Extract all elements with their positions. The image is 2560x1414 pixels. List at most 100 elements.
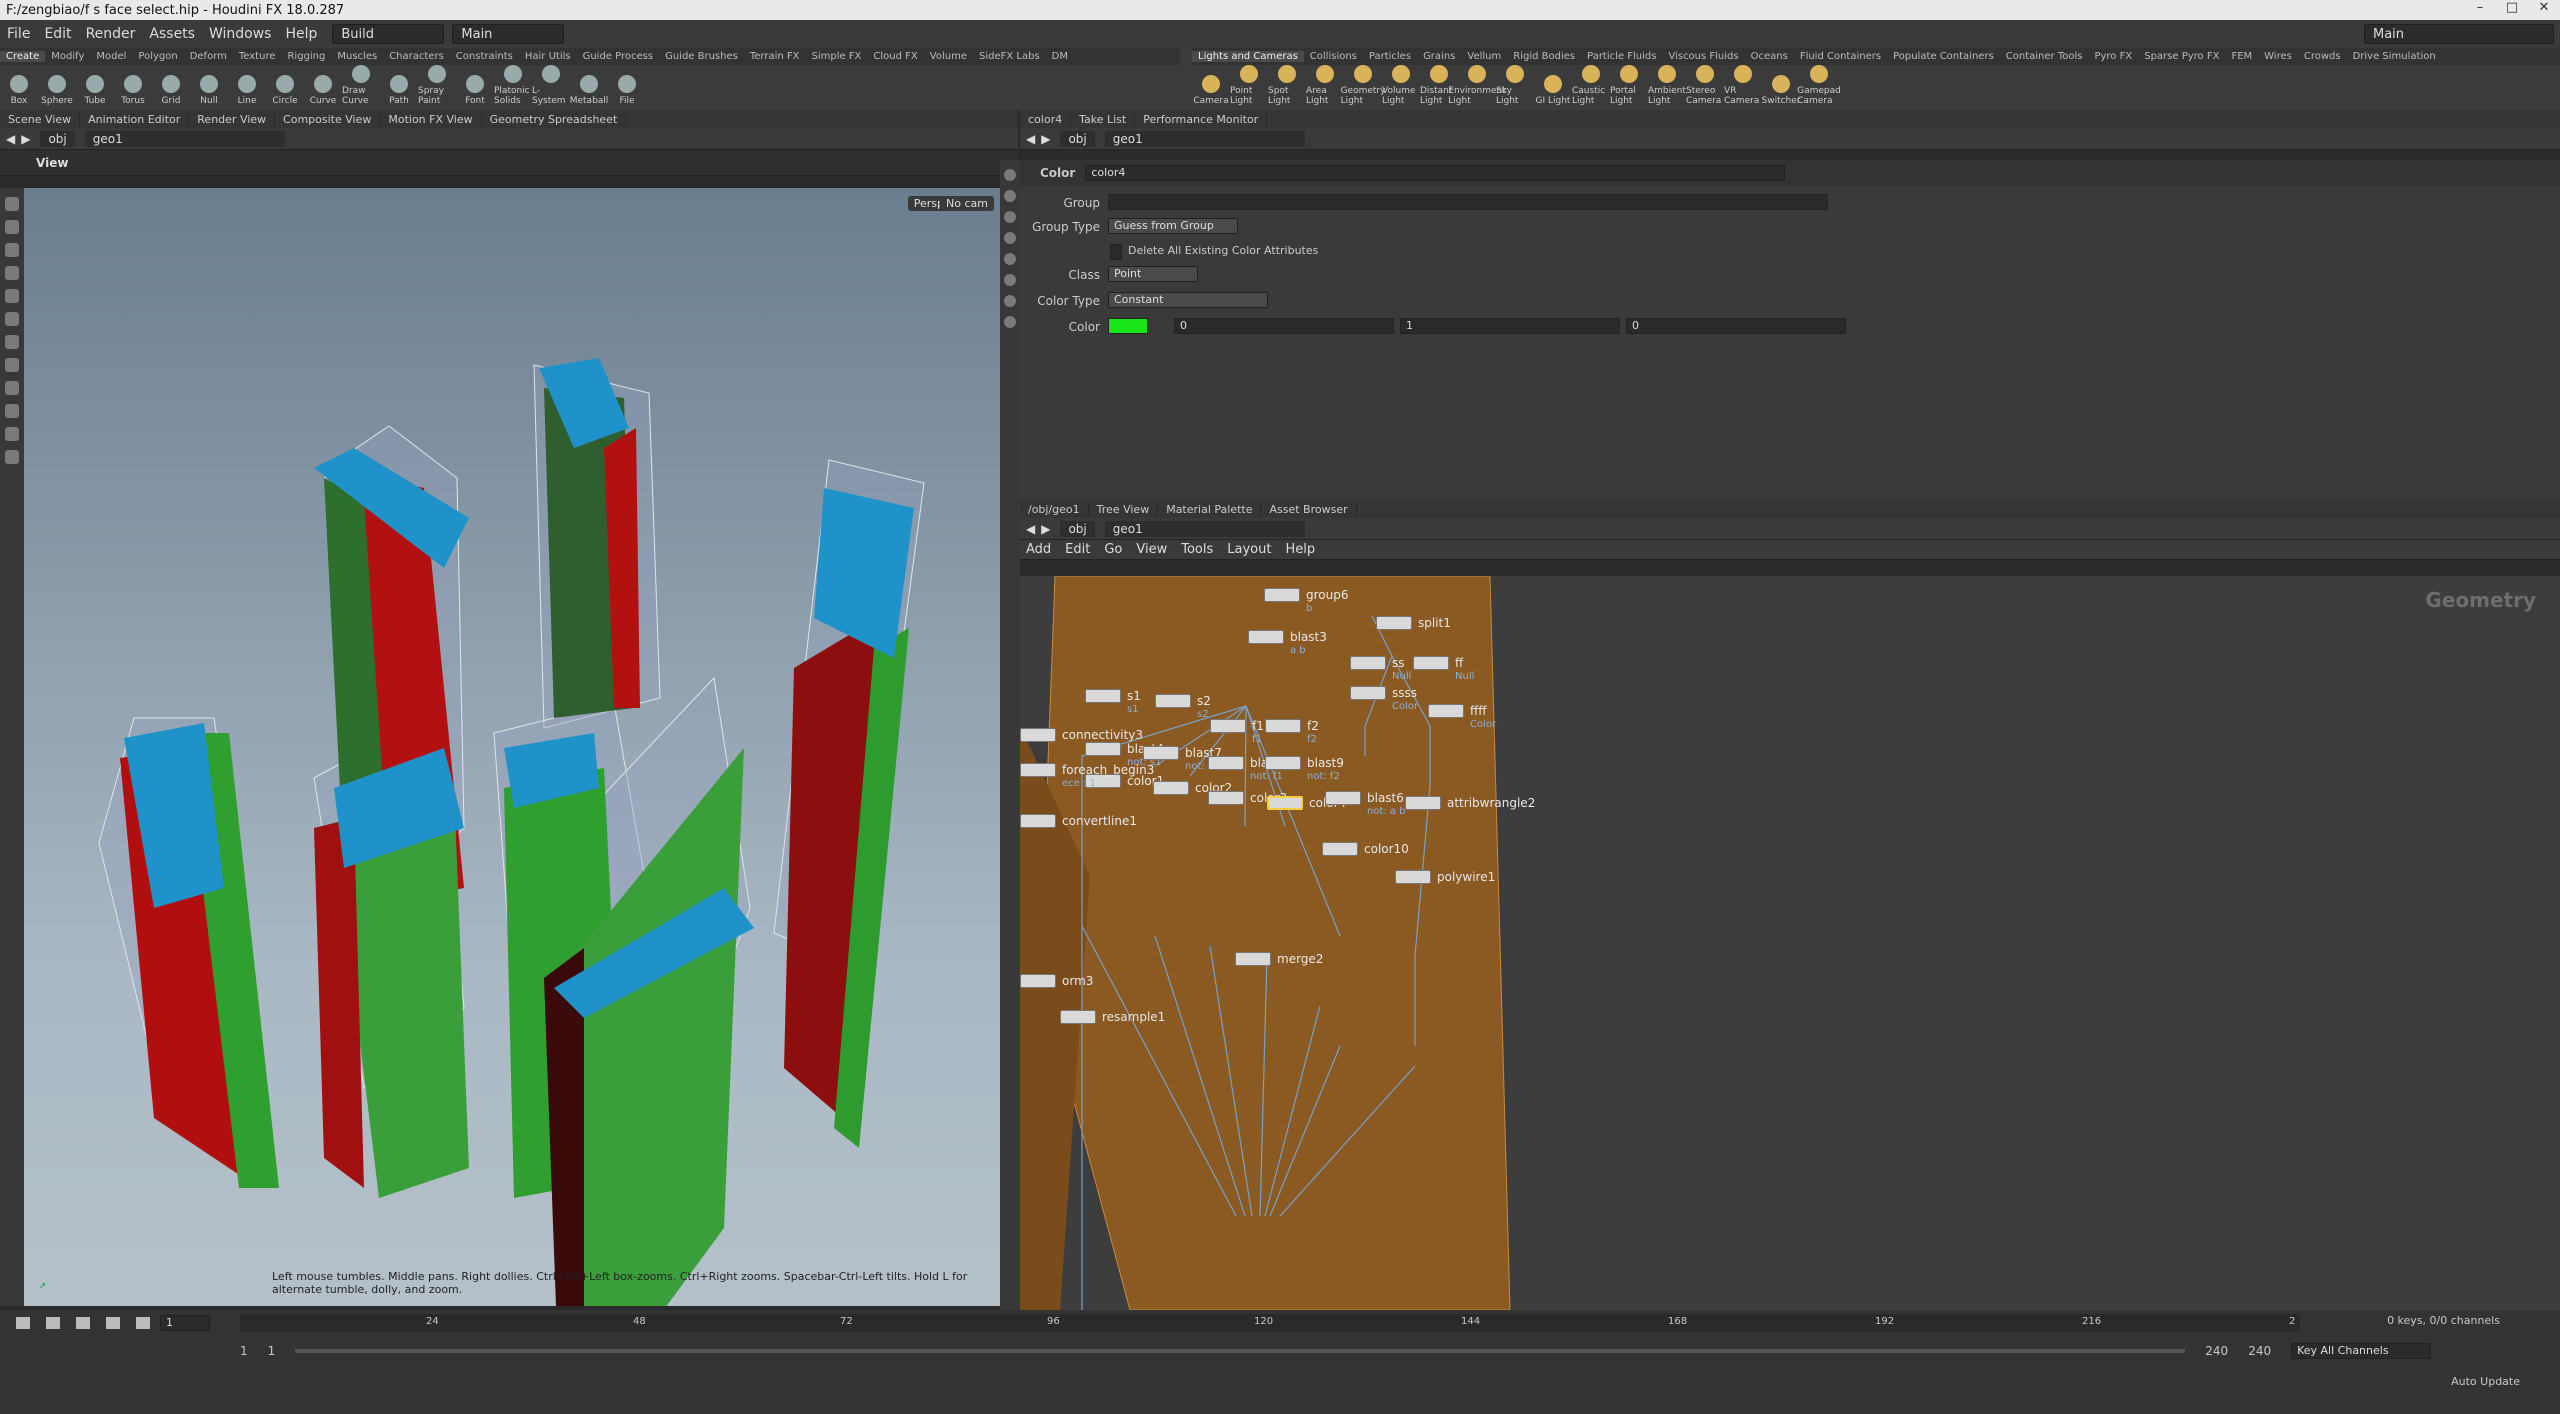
tool-15[interactable]: Switcher [1762,75,1801,106]
delete-attribs-checkbox[interactable] [1110,244,1122,260]
shelf-left-tab-16[interactable]: Volume [924,51,973,62]
tool-12[interactable]: Ambient Light [1648,65,1686,106]
shelf-right-tab-15[interactable]: Wires [2258,51,2298,62]
range-slider[interactable] [295,1349,2186,1353]
back-icon[interactable]: ◀ [1026,522,1035,536]
menu-render[interactable]: Render [79,26,143,42]
shelf-right-tab-0[interactable]: Lights and Cameras [1192,51,1304,62]
tool-1[interactable]: Point Light [1230,65,1268,106]
scene-tab-3[interactable]: Composite View [275,112,381,126]
stop-icon[interactable] [76,1317,90,1329]
shelf-left-tab-10[interactable]: Hair Utils [519,51,577,62]
desktop-select[interactable]: Build [332,24,445,44]
select-tool-icon[interactable] [5,197,19,211]
ghost-icon[interactable] [1004,232,1016,244]
node-color10[interactable] [1322,842,1358,856]
lock-icon[interactable] [1004,211,1016,223]
path-geo1[interactable]: geo1 [84,130,285,147]
network-editor[interactable]: Geometry group6 b blast3 a b split1 ss Null ff N… [1020,576,2560,1310]
shelf-right-tab-3[interactable]: Grains [1417,51,1461,62]
tool-6[interactable]: Line [228,75,266,106]
snap-tool-icon[interactable] [5,381,19,395]
play-icon[interactable] [106,1317,120,1329]
param-tab-1[interactable]: Take List [1071,112,1136,126]
tool-8[interactable]: Sky Light [1496,65,1534,106]
class-select[interactable]: Point [1108,266,1198,282]
brush-tool-icon[interactable] [5,358,19,372]
param-tab-0[interactable]: color4 [1020,112,1072,126]
scene-tab-2[interactable]: Render View [189,112,276,126]
tool-16[interactable]: File [608,75,646,106]
forward-icon[interactable]: ▶ [1041,522,1050,536]
shelf-left-tab-8[interactable]: Characters [383,51,450,62]
menu-help[interactable]: Help [278,26,324,42]
auto-update-button[interactable]: Auto Update [2451,1375,2520,1388]
shelf-left-tab-12[interactable]: Guide Brushes [659,51,744,62]
scene-tab-0[interactable]: Scene View [0,112,81,126]
magnet-tool-icon[interactable] [5,404,19,418]
right-context-select[interactable]: Main [2364,24,2554,44]
node-blast3[interactable] [1248,630,1284,644]
shelf-left-tab-14[interactable]: Simple FX [805,51,867,62]
node-ff[interactable] [1413,656,1449,670]
net-path-geo1[interactable]: geo1 [1104,520,1305,537]
shelf-right-tab-6[interactable]: Particle Fluids [1581,51,1662,62]
node-polywire1[interactable] [1395,870,1431,884]
net-menu-0[interactable]: Add [1026,542,1051,557]
jump-start-icon[interactable] [16,1317,30,1329]
tool-8[interactable]: Curve [304,75,342,106]
node-s1[interactable] [1085,689,1121,703]
tool-16[interactable]: Gamepad Camera [1797,65,1841,106]
tool-14[interactable]: L-System [532,65,570,106]
tool-0[interactable]: Camera [1192,75,1230,106]
group-field[interactable] [1108,194,1828,210]
tool-0[interactable]: Box [0,75,38,106]
shelf-right-tab-2[interactable]: Particles [1363,51,1417,62]
net-tab-0[interactable]: /obj/geo1 [1020,502,1089,516]
tool-13[interactable]: Platonic Solids [494,65,532,106]
node-color3[interactable] [1208,791,1244,805]
shelf-left-tab-6[interactable]: Rigging [281,51,331,62]
pose-tool-icon[interactable] [5,266,19,280]
shelf-right-tab-16[interactable]: Crowds [2298,51,2347,62]
shelf-left-tab-17[interactable]: SideFX Labs [973,51,1046,62]
points-icon[interactable] [1004,316,1016,328]
color-r-field[interactable]: 0 [1174,318,1394,334]
menu-windows[interactable]: Windows [202,26,279,42]
camera-tool-icon[interactable] [5,427,19,441]
tool-7[interactable]: Circle [266,75,304,106]
range-end-2[interactable]: 240 [2248,1344,2271,1358]
net-path-obj[interactable]: obj [1060,520,1095,537]
scene-tab-4[interactable]: Motion FX View [380,112,482,126]
color-swatch[interactable] [1108,318,1148,334]
net-menu-3[interactable]: View [1136,542,1167,557]
forward-icon[interactable]: ▶ [1041,132,1050,146]
shelf-left-tab-9[interactable]: Constraints [450,51,519,62]
node-f2[interactable] [1265,719,1301,733]
color-g-field[interactable]: 1 [1400,318,1620,334]
shelf-left-tab-7[interactable]: Muscles [331,51,383,62]
scene-tab-5[interactable]: Geometry Spreadsheet [482,112,627,126]
shelf-left-tab-2[interactable]: Model [90,51,132,62]
tool-3[interactable]: Area Light [1306,65,1344,106]
shelf-right-tab-7[interactable]: Viscous Fluids [1662,51,1744,62]
shading-icon[interactable] [1004,190,1016,202]
tool-4[interactable]: Grid [152,75,190,106]
shelf-right-tab-17[interactable]: Drive Simulation [2347,51,2442,62]
back-icon[interactable]: ◀ [6,132,15,146]
net-menu-2[interactable]: Go [1104,542,1122,557]
node-foreach_begin3[interactable] [1020,763,1056,777]
display-option-icon[interactable] [1004,169,1016,181]
param-path-geo1[interactable]: geo1 [1104,130,1305,147]
shelf-left-tab-5[interactable]: Texture [233,51,282,62]
tool-13[interactable]: Stereo Camera [1686,65,1724,106]
menu-assets[interactable]: Assets [142,26,202,42]
jump-end-icon[interactable] [136,1317,150,1329]
node-ffff[interactable] [1428,704,1464,718]
shelf-left-tab-13[interactable]: Terrain FX [744,51,806,62]
menu-file[interactable]: File [0,26,37,42]
net-tab-1[interactable]: Tree View [1089,502,1159,516]
shelf-left-tab-3[interactable]: Polygon [132,51,183,62]
tool-1[interactable]: Sphere [38,75,76,106]
shelf-right-tab-13[interactable]: Sparse Pyro FX [2138,51,2225,62]
